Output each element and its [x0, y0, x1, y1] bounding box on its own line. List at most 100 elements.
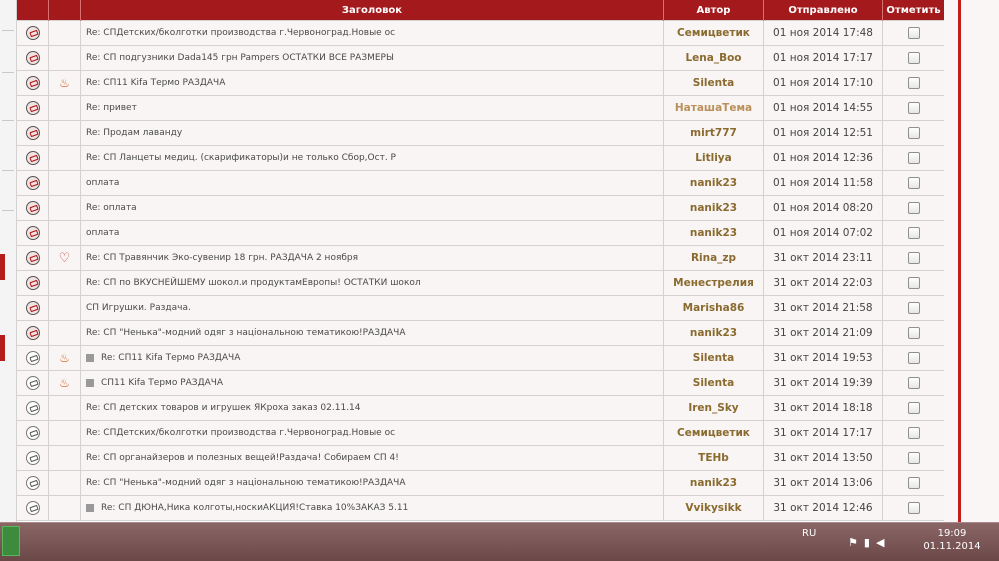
topic-marker-cell [48, 445, 81, 471]
author-link[interactable]: Marisha86 [663, 295, 764, 321]
table-row[interactable]: ♨ СП11 Kifa Термо РАЗДАЧА Silenta 31 окт 20… [16, 370, 945, 396]
topic-link[interactable]: Re: СПДетских/бколготки производства г.Ч… [86, 428, 395, 438]
author-link[interactable]: Rina_zp [663, 245, 764, 271]
topic-link[interactable]: Re: СП ДЮНА,Ника колготы,носкиАКЦИЯ!Став… [101, 503, 408, 513]
unread-topic-icon [25, 101, 40, 115]
select-checkbox[interactable] [907, 302, 920, 314]
table-row[interactable]: оплата nanik23 01 ноя 2014 11:58 [16, 170, 945, 196]
table-row[interactable]: Re: СП по ВКУСНЕЙШЕМУ шокол.и продуктамЕ… [16, 270, 945, 296]
table-row[interactable]: Re: СПДетских/бколготки производства г.Ч… [16, 420, 945, 446]
select-checkbox[interactable] [907, 427, 920, 439]
topic-marker-cell [48, 295, 81, 321]
select-checkbox[interactable] [907, 502, 920, 514]
topic-link[interactable]: Re: СП подгузники Dada145 грн Pampers ОС… [86, 53, 394, 63]
header-sent[interactable]: Отправлено [763, 0, 883, 21]
select-checkbox[interactable] [907, 102, 920, 114]
author-link[interactable]: Iren_Sky [663, 395, 764, 421]
unread-topic-icon [25, 126, 40, 140]
select-cell [882, 145, 945, 171]
author-link[interactable]: nanik23 [663, 195, 764, 221]
table-row[interactable]: Re: СП "Ненька"-модний одяг з національн… [16, 470, 945, 496]
table-row[interactable]: ♨ Re: СП11 Kifa Термо РАЗДАЧА Silenta 31 ок… [16, 345, 945, 371]
table-row[interactable]: ♡ Re: СП Травянчик Эко-сувенир 18 грн. РА… [16, 245, 945, 271]
select-checkbox[interactable] [907, 252, 920, 264]
sent-date: 01 ноя 2014 14:55 [763, 95, 883, 121]
topic-link[interactable]: Re: СП по ВКУСНЕЙШЕМУ шокол.и продуктамЕ… [86, 278, 421, 288]
author-link[interactable]: nanik23 [663, 470, 764, 496]
select-checkbox[interactable] [907, 52, 920, 64]
select-checkbox[interactable] [907, 77, 920, 89]
topic-link[interactable]: Re: СП органайзеров и полезных вещей!Раз… [86, 453, 399, 463]
author-link[interactable]: Менестрелия [663, 270, 764, 296]
table-row[interactable]: Re: Продам лаванду mirt777 01 ноя 2014 12:… [16, 120, 945, 146]
author-link[interactable]: Silenta [663, 370, 764, 396]
select-checkbox[interactable] [907, 177, 920, 189]
select-checkbox[interactable] [907, 477, 920, 489]
table-row[interactable]: Re: СП органайзеров и полезных вещей!Раз… [16, 445, 945, 471]
topic-subject-cell: Re: Продам лаванду [80, 120, 664, 146]
author-link[interactable]: Vvikysikk [663, 495, 764, 521]
author-link[interactable]: nanik23 [663, 220, 764, 246]
table-row[interactable]: Re: СП "Ненька"-модний одяг з національн… [16, 320, 945, 346]
select-checkbox[interactable] [907, 227, 920, 239]
topic-status-cell [16, 345, 49, 371]
volume-icon[interactable]: ◀ [876, 536, 890, 549]
author-link[interactable]: Litliya [663, 145, 764, 171]
select-checkbox[interactable] [907, 402, 920, 414]
table-row[interactable]: Re: СПДетских/бколготки производства г.Ч… [16, 20, 945, 46]
select-checkbox[interactable] [907, 127, 920, 139]
header-subject[interactable]: Заголовок [80, 0, 664, 21]
select-checkbox[interactable] [907, 152, 920, 164]
author-link[interactable]: nanik23 [663, 170, 764, 196]
select-checkbox[interactable] [907, 352, 920, 364]
author-link[interactable]: Silenta [663, 70, 764, 96]
table-row[interactable]: СП Игрушки. Раздача. Marisha86 31 окт 2014… [16, 295, 945, 321]
author-link[interactable]: mirt777 [663, 120, 764, 146]
topic-link[interactable]: Re: СП детских товаров и игрушек ЯКроха … [86, 403, 361, 413]
select-checkbox[interactable] [907, 277, 920, 289]
select-checkbox[interactable] [907, 27, 920, 39]
language-indicator[interactable]: RU [802, 528, 816, 539]
topic-link[interactable]: Re: СПДетских/бколготки производства г.Ч… [86, 28, 395, 38]
topic-link[interactable]: оплата [86, 228, 119, 238]
table-row[interactable]: оплата nanik23 01 ноя 2014 07:02 [16, 220, 945, 246]
topic-link[interactable]: Re: СП "Ненька"-модний одяг з національн… [86, 478, 406, 488]
sticky-marker-icon [86, 353, 94, 362]
author-link[interactable]: nanik23 [663, 320, 764, 346]
network-icon[interactable]: ▮ [864, 536, 876, 549]
topic-link[interactable]: Re: СП Травянчик Эко-сувенир 18 грн. РАЗ… [86, 253, 358, 263]
table-row[interactable]: Re: СП ДЮНА,Ника колготы,носкиАКЦИЯ!Став… [16, 495, 945, 521]
topic-link[interactable]: СП11 Kifa Термо РАЗДАЧА [101, 378, 223, 388]
table-row[interactable]: Re: привет НаташаТема 01 ноя 2014 14:55 [16, 95, 945, 121]
topic-link[interactable]: СП Игрушки. Раздача. [86, 303, 191, 313]
topic-link[interactable]: Re: СП Ланцеты медиц. (скарификаторы)и н… [86, 153, 396, 163]
topic-marker-cell [48, 145, 81, 171]
table-row[interactable]: Re: СП подгузники Dada145 грн Pampers ОС… [16, 45, 945, 71]
topic-link[interactable]: Re: привет [86, 103, 137, 113]
topic-link[interactable]: оплата [86, 178, 119, 188]
select-checkbox[interactable] [907, 377, 920, 389]
topic-link[interactable]: Re: оплата [86, 203, 137, 213]
taskbar-app-button[interactable] [2, 526, 20, 556]
topic-link[interactable]: Re: Продам лаванду [86, 128, 182, 138]
select-checkbox[interactable] [907, 327, 920, 339]
author-link[interactable]: Семицветик [663, 420, 764, 446]
table-row[interactable]: Re: СП Ланцеты медиц. (скарификаторы)и н… [16, 145, 945, 171]
author-link[interactable]: НаташаТема [663, 95, 764, 121]
sent-date: 01 ноя 2014 12:36 [763, 145, 883, 171]
table-row[interactable]: Re: СП детских товаров и игрушек ЯКроха … [16, 395, 945, 421]
topic-link[interactable]: Re: СП11 Kifa Термо РАЗДАЧА [101, 353, 240, 363]
author-link[interactable]: Семицветик [663, 20, 764, 46]
author-link[interactable]: Lena_Boo [663, 45, 764, 71]
select-checkbox[interactable] [907, 202, 920, 214]
select-checkbox[interactable] [907, 452, 920, 464]
table-row[interactable]: Re: оплата nanik23 01 ноя 2014 08:20 [16, 195, 945, 221]
topic-link[interactable]: Re: СП "Ненька"-модний одяг з національн… [86, 328, 406, 338]
header-author[interactable]: Автор [663, 0, 764, 21]
topic-link[interactable]: Re: СП11 Kifa Термо РАЗДАЧА [86, 78, 225, 88]
flag-icon[interactable]: ⚑ [848, 536, 864, 549]
table-row[interactable]: ♨ Re: СП11 Kifa Термо РАЗДАЧА Silenta 01 но… [16, 70, 945, 96]
clock[interactable]: 19:09 01.11.2014 [922, 527, 982, 553]
author-link[interactable]: Silenta [663, 345, 764, 371]
author-link[interactable]: TEHb [663, 445, 764, 471]
